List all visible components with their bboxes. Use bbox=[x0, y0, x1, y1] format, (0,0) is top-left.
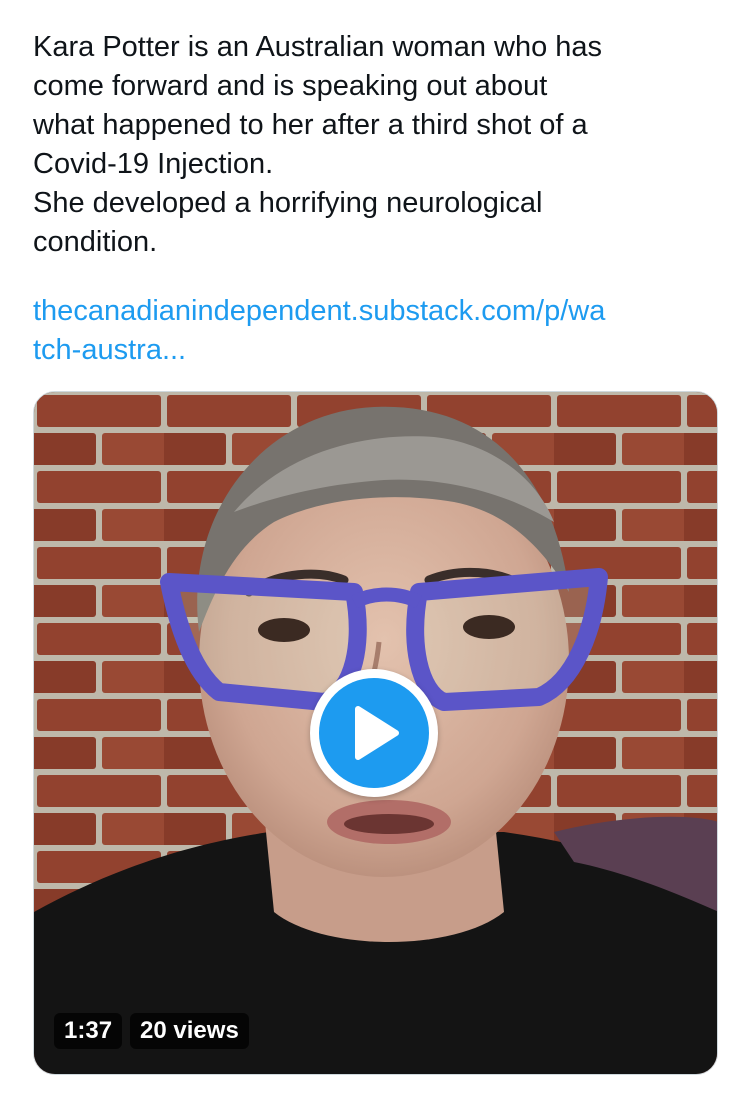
play-button-circle bbox=[319, 678, 429, 788]
play-button[interactable] bbox=[310, 669, 438, 797]
article-link[interactable]: thecanadianindependent.substack.com/p/wa… bbox=[33, 292, 723, 370]
tweet-text-line: come forward and is speaking out about bbox=[33, 70, 548, 102]
tweet-text-line: She developed a horrifying neurological bbox=[33, 187, 543, 219]
tweet-text: Kara Potter is an Australian woman who h… bbox=[33, 28, 723, 262]
tweet-text-line: condition. bbox=[33, 226, 158, 258]
tweet-text-line: what happened to her after a third shot … bbox=[33, 109, 588, 141]
video-card[interactable]: 1:37 20 views bbox=[33, 391, 718, 1075]
article-link-line: thecanadianindependent.substack.com/p/wa bbox=[33, 295, 606, 327]
tweet-text-line: Covid-19 Injection. bbox=[33, 148, 274, 180]
article-link-line: tch-austra... bbox=[33, 334, 187, 366]
video-duration-badge: 1:37 bbox=[54, 1013, 123, 1049]
media-badges: 1:37 20 views bbox=[54, 1013, 249, 1049]
play-icon bbox=[355, 706, 399, 760]
tweet-text-line: Kara Potter is an Australian woman who h… bbox=[33, 31, 603, 63]
tweet-container: Kara Potter is an Australian woman who h… bbox=[0, 0, 750, 1108]
view-count-badge: 20 views bbox=[130, 1013, 249, 1049]
